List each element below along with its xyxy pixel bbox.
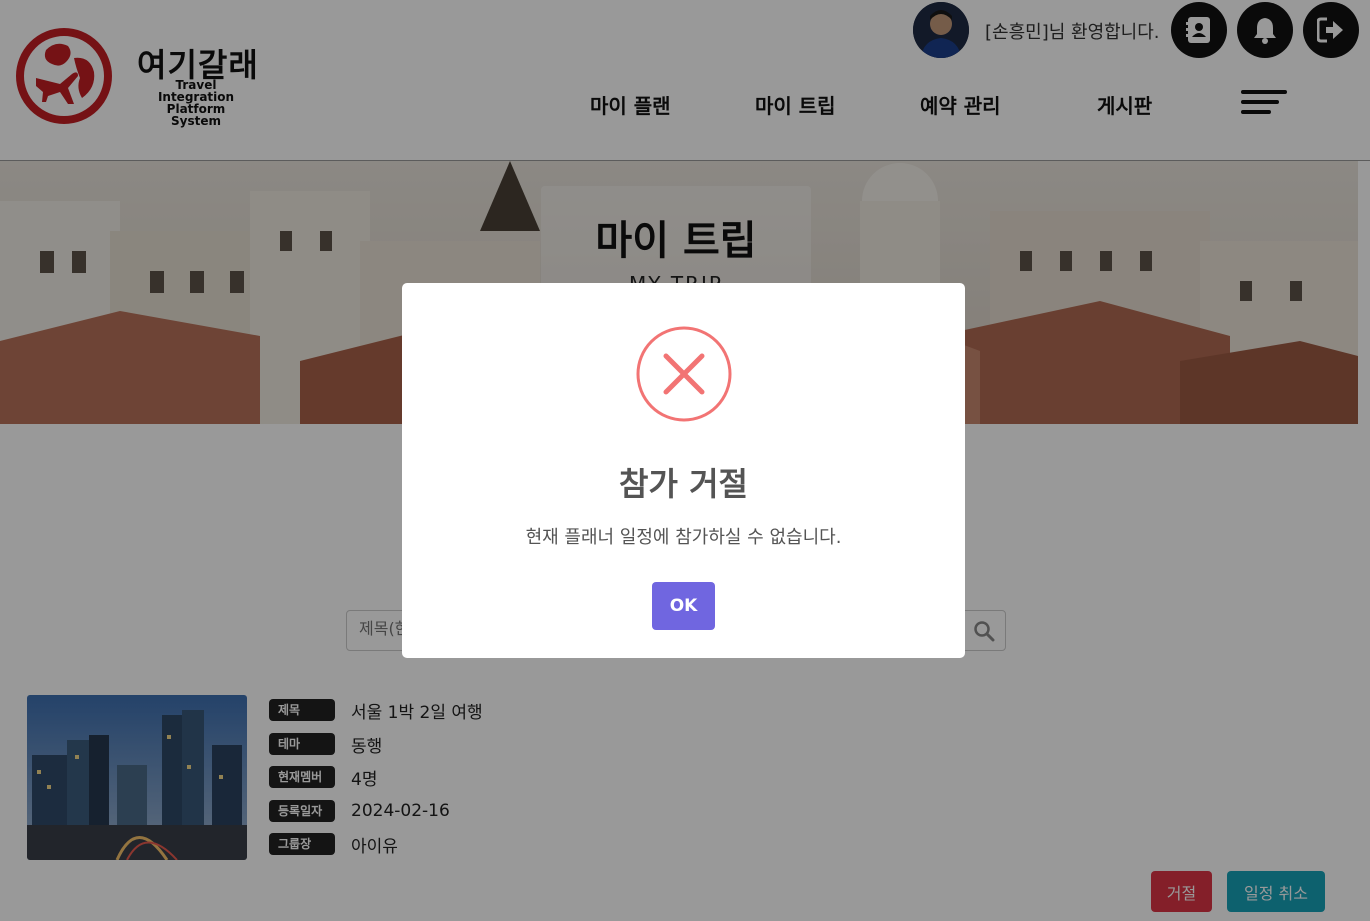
error-dialog: 참가 거절 현재 플래너 일정에 참가하실 수 없습니다. OK <box>402 283 965 658</box>
dialog-message: 현재 플래너 일정에 참가하실 수 없습니다. <box>525 527 842 548</box>
dialog-title: 참가 거절 <box>619 465 748 503</box>
error-icon <box>636 326 732 422</box>
ok-button[interactable]: OK <box>652 582 715 630</box>
